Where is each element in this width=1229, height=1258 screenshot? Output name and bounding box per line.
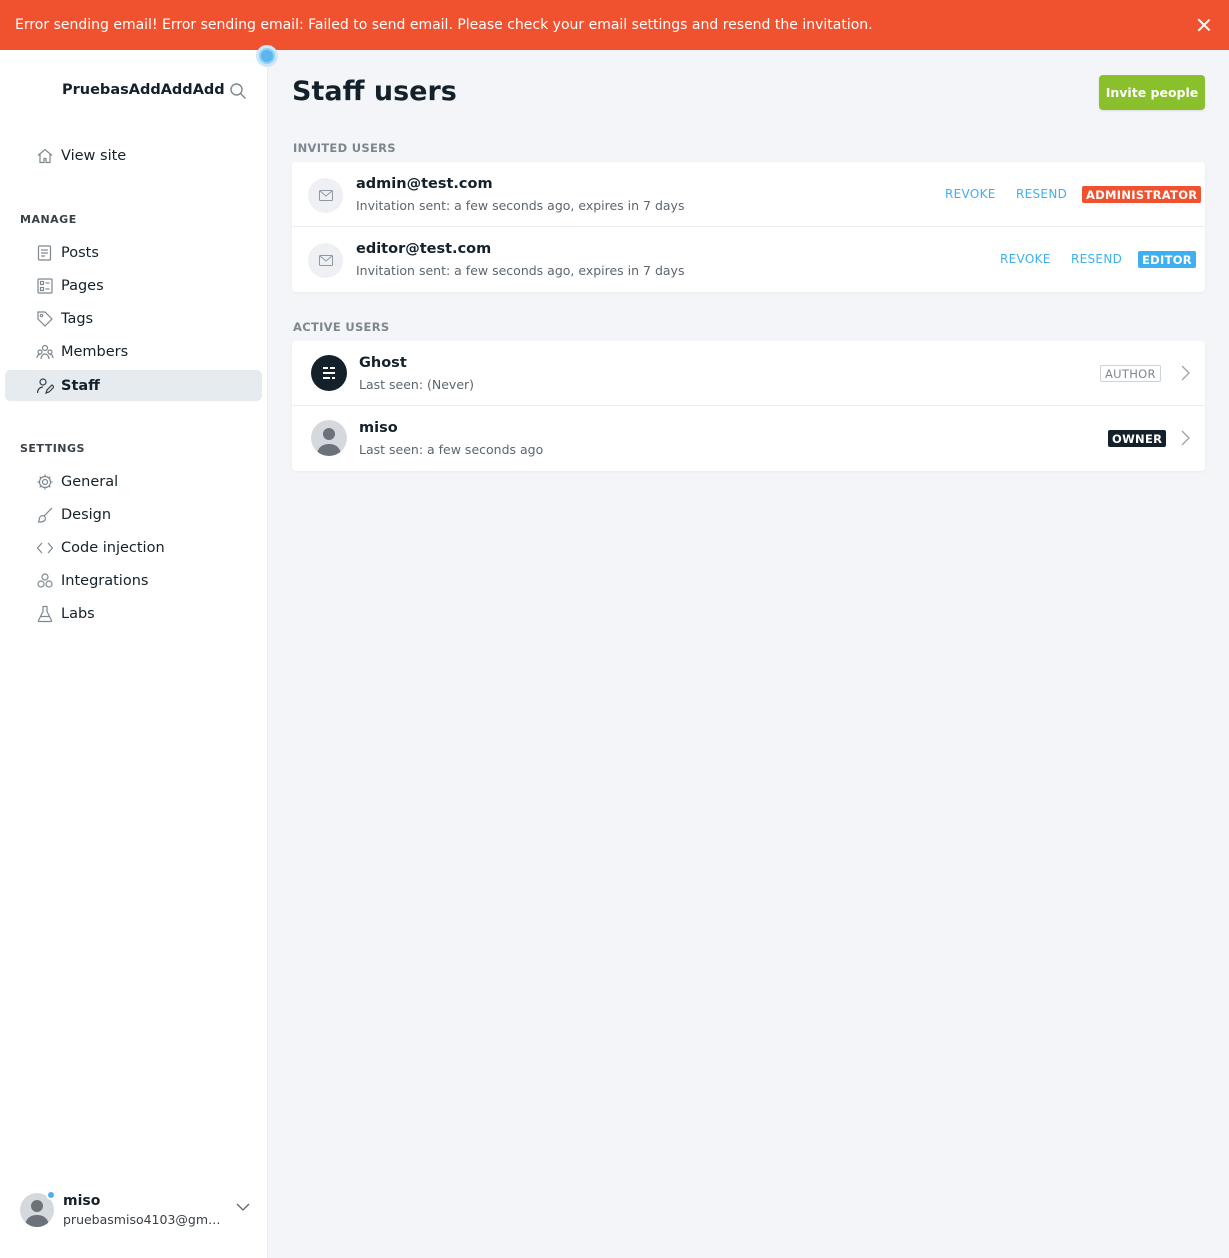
- user-name: miso: [63, 1193, 101, 1209]
- list-item: admin@test.com Invitation sent: a few se…: [292, 162, 1205, 227]
- manage-section-label: MANAGE: [20, 213, 77, 226]
- sidebar-item-posts[interactable]: Posts: [5, 237, 262, 268]
- error-alert-banner: Error sending email! Error sending email…: [0, 0, 1229, 50]
- last-seen: Last seen: a few seconds ago: [359, 442, 544, 457]
- sidebar-item-general[interactable]: General: [5, 466, 262, 497]
- sidebar-item-design[interactable]: Design: [5, 499, 262, 530]
- sidebar-item-pages[interactable]: Pages: [5, 270, 262, 301]
- sidebar-item-label: General: [61, 473, 119, 490]
- chevron-right-icon[interactable]: [1180, 365, 1190, 381]
- user-email: pruebasmiso4103@gmai...: [63, 1212, 223, 1227]
- resend-button[interactable]: RESEND: [1071, 252, 1122, 266]
- envelope-icon: [308, 243, 343, 278]
- members-icon: [36, 344, 54, 359]
- sidebar-item-label: Members: [61, 343, 129, 360]
- ghost-avatar: [311, 355, 347, 391]
- online-status-dot: [46, 1190, 56, 1200]
- invited-users-list: admin@test.com Invitation sent: a few se…: [292, 162, 1205, 292]
- sidebar-item-label: Labs: [61, 605, 95, 622]
- posts-icon: [37, 244, 52, 261]
- list-item: editor@test.com Invitation sent: a few s…: [292, 227, 1205, 292]
- invite-email: admin@test.com: [356, 176, 493, 192]
- chevron-right-icon[interactable]: [1180, 430, 1190, 446]
- invite-status: Invitation sent: a few seconds ago, expi…: [356, 198, 685, 213]
- sidebar-item-members[interactable]: Members: [5, 336, 262, 367]
- sidebar-item-label: Integrations: [61, 572, 149, 589]
- resend-button[interactable]: RESEND: [1016, 187, 1067, 201]
- invited-users-label: INVITED USERS: [293, 141, 396, 155]
- role-badge: EDITOR: [1138, 251, 1196, 268]
- user-menu[interactable]: miso pruebasmiso4103@gmai...: [20, 1190, 260, 1230]
- active-users-label: ACTIVE USERS: [293, 320, 390, 334]
- flask-icon: [37, 605, 53, 622]
- sidebar-item-label: Pages: [61, 277, 104, 294]
- sidebar-item-integrations[interactable]: Integrations: [5, 565, 262, 596]
- view-site-link[interactable]: View site: [5, 140, 262, 171]
- invite-email: editor@test.com: [356, 241, 492, 257]
- sidebar-item-label: Posts: [61, 244, 99, 261]
- cursor-indicator: [256, 45, 278, 67]
- gear-icon: [37, 474, 53, 489]
- sidebar-item-staff[interactable]: Staff: [5, 370, 262, 401]
- integrations-icon: [37, 572, 53, 588]
- sidebar-item-label: Code injection: [61, 539, 165, 556]
- close-icon[interactable]: [1196, 17, 1212, 33]
- user-name: Ghost: [359, 355, 407, 371]
- sidebar-item-code-injection[interactable]: Code injection: [5, 532, 262, 563]
- search-icon[interactable]: [229, 82, 247, 100]
- envelope-icon: [308, 178, 343, 213]
- table-row[interactable]: Ghost Last seen: (Never) AUTHOR: [292, 341, 1205, 406]
- page-title: Staff users: [292, 76, 457, 107]
- staff-icon: [36, 377, 54, 394]
- sidebar-item-label: Tags: [61, 310, 94, 327]
- site-brand[interactable]: PruebasAddAddAdd: [62, 82, 225, 98]
- revoke-button[interactable]: REVOKE: [1000, 252, 1051, 266]
- role-badge: OWNER: [1108, 430, 1167, 447]
- sidebar-item-label: Staff: [61, 377, 100, 394]
- tag-icon: [37, 310, 53, 327]
- table-row[interactable]: miso Last seen: a few seconds ago OWNER: [292, 406, 1205, 471]
- sidebar-item-tags[interactable]: Tags: [5, 303, 262, 334]
- chevron-down-icon[interactable]: [236, 1202, 250, 1212]
- user-name: miso: [359, 420, 398, 436]
- role-badge: ADMINISTRATOR: [1082, 186, 1202, 203]
- alert-message: Error sending email! Error sending email…: [15, 17, 873, 33]
- last-seen: Last seen: (Never): [359, 377, 475, 392]
- brush-icon: [37, 507, 53, 523]
- sidebar-item-labs[interactable]: Labs: [5, 598, 262, 629]
- settings-section-label: SETTINGS: [20, 442, 85, 455]
- avatar: [311, 420, 347, 456]
- sidebar: PruebasAddAddAdd View site MANAGE Posts …: [0, 50, 268, 1258]
- sidebar-item-label: Design: [61, 506, 112, 523]
- code-icon: [36, 542, 54, 553]
- invite-status: Invitation sent: a few seconds ago, expi…: [356, 263, 685, 278]
- pages-icon: [37, 277, 53, 294]
- view-site-label: View site: [61, 147, 127, 164]
- active-users-list: Ghost Last seen: (Never) AUTHOR miso Las…: [292, 341, 1205, 471]
- role-badge: AUTHOR: [1100, 365, 1161, 382]
- revoke-button[interactable]: REVOKE: [945, 187, 996, 201]
- home-icon: [37, 148, 53, 163]
- invite-people-button[interactable]: Invite people: [1099, 75, 1205, 110]
